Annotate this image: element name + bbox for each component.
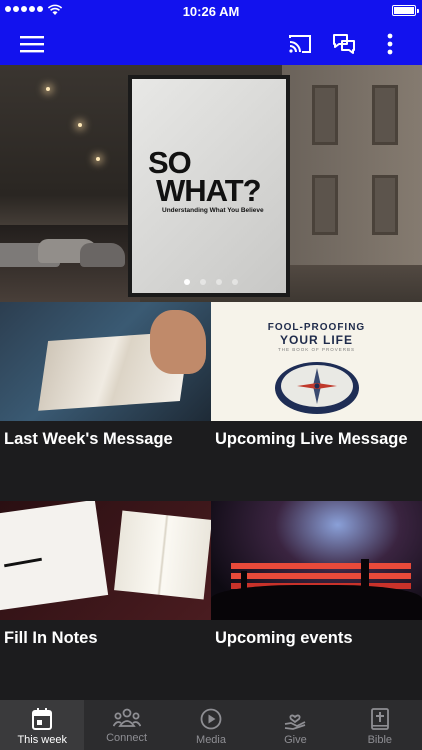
cast-button[interactable] bbox=[284, 28, 316, 60]
tab-bible[interactable]: Bible bbox=[338, 700, 422, 750]
page-dot[interactable] bbox=[184, 279, 190, 285]
art-title-2: YOUR LIFE bbox=[279, 333, 353, 347]
poster-subtitle: Understanding What You Believe bbox=[162, 207, 264, 214]
card-label: Last Week's Message bbox=[4, 430, 173, 448]
tab-label: This week bbox=[17, 734, 67, 746]
page-dot[interactable] bbox=[200, 279, 206, 285]
hamburger-icon bbox=[20, 36, 44, 53]
compass-icon bbox=[275, 362, 359, 414]
more-vertical-icon bbox=[387, 33, 393, 55]
card-upcoming-live-message[interactable]: FOOL-PROOFING YOUR LIFE THE BOOK OF PROV… bbox=[211, 302, 422, 501]
fool-proofing-compass-image: FOOL-PROOFING YOUR LIFE THE BOOK OF PROV… bbox=[211, 302, 422, 421]
tab-media[interactable]: Media bbox=[169, 700, 253, 750]
card-upcoming-events[interactable]: Upcoming events bbox=[211, 501, 422, 700]
street-lamp bbox=[78, 123, 82, 127]
concert-crowd-image bbox=[211, 501, 422, 620]
card-label: Fill In Notes bbox=[4, 629, 98, 647]
street-lamp bbox=[46, 87, 50, 91]
parked-car bbox=[80, 243, 125, 267]
street-lamp bbox=[96, 157, 100, 161]
tab-label: Bible bbox=[367, 734, 393, 746]
tab-connect[interactable]: Connect bbox=[84, 700, 168, 750]
bible-icon bbox=[370, 708, 389, 730]
tab-give[interactable]: Give bbox=[253, 700, 337, 750]
sermon-series-poster: SO WHAT? Understanding What You Believe bbox=[128, 75, 290, 297]
page-dot[interactable] bbox=[232, 279, 238, 285]
carousel-page-indicator[interactable] bbox=[0, 279, 422, 285]
card-last-weeks-message[interactable]: Last Week's Message bbox=[0, 302, 211, 501]
card-label: Upcoming Live Message bbox=[215, 430, 408, 448]
calendar-icon bbox=[32, 708, 53, 730]
art-subtitle: THE BOOK OF PROVERBS bbox=[277, 347, 355, 352]
more-options-button[interactable] bbox=[374, 28, 406, 60]
cast-icon bbox=[289, 35, 311, 53]
notebook-and-bible-image bbox=[0, 501, 211, 620]
play-icon bbox=[200, 708, 222, 730]
status-bar: 10:26 AM bbox=[0, 0, 422, 22]
bottom-tab-bar: This week Connect Media Give Bible bbox=[0, 700, 422, 750]
battery-icon bbox=[392, 5, 419, 16]
menu-button[interactable] bbox=[16, 28, 48, 60]
giving-hand-icon bbox=[285, 714, 306, 730]
page-dot[interactable] bbox=[216, 279, 222, 285]
app-header bbox=[0, 22, 422, 65]
open-bible-image bbox=[0, 302, 211, 421]
people-icon bbox=[112, 708, 141, 727]
chat-bubbles-icon bbox=[333, 34, 355, 54]
building-facade bbox=[282, 65, 422, 265]
card-fill-in-notes[interactable]: Fill In Notes bbox=[0, 501, 211, 700]
tab-label: Give bbox=[284, 734, 307, 746]
art-title: FOOL-PROOFING bbox=[267, 322, 366, 333]
tab-label: Media bbox=[196, 734, 226, 746]
card-label: Upcoming events bbox=[215, 629, 353, 647]
tab-this-week[interactable]: This week bbox=[0, 700, 85, 750]
hero-carousel[interactable]: SO WHAT? Understanding What You Believe bbox=[0, 65, 422, 302]
tab-label: Connect bbox=[106, 732, 148, 744]
chat-button[interactable] bbox=[328, 28, 360, 60]
status-time: 10:26 AM bbox=[182, 4, 240, 19]
poster-title-line2: WHAT? bbox=[156, 173, 262, 208]
